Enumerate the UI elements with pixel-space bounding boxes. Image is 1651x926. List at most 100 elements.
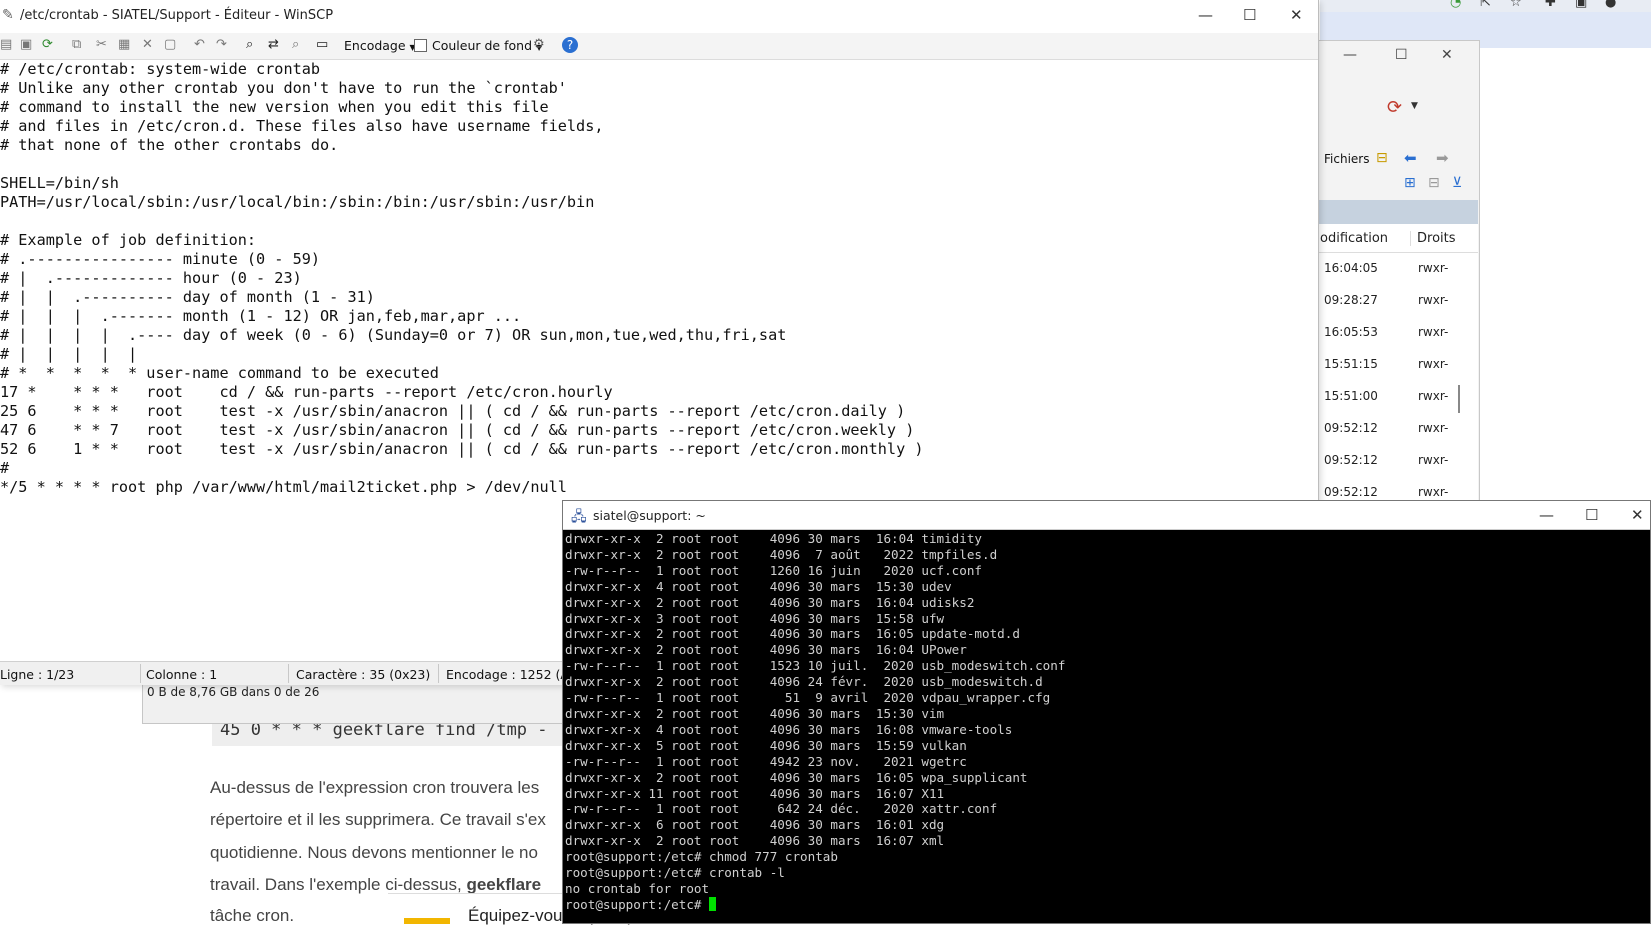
terminal-output[interactable]: drwxr-xr-x 2 root root 4096 30 mars 16:0… (565, 531, 1648, 923)
redo-icon[interactable]: ↷ (216, 37, 227, 52)
file-time: 15:51:00 (1324, 389, 1378, 403)
remove-icon[interactable]: ⊟ (1428, 175, 1440, 191)
status-encoding: Encodage : 1252 (AN (446, 667, 579, 682)
gear-icon[interactable]: ⚙ (533, 37, 545, 52)
close-icon[interactable]: ✕ (1631, 506, 1644, 524)
status-character: Caractère : 35 (0x23) (296, 667, 431, 682)
scrollbar-thumb[interactable] (1458, 385, 1460, 413)
delete-icon[interactable]: ✕ (142, 37, 153, 52)
share-icon[interactable]: ⇱ (1480, 0, 1491, 10)
file-time: 09:52:12 (1324, 453, 1378, 467)
find-next-icon[interactable]: ⌕ (292, 37, 299, 52)
article-paragraph-text: travail. Dans l'exemple ci-dessus, (210, 875, 467, 894)
file-rights: rwxr- (1418, 357, 1449, 371)
maximize-icon[interactable]: ☐ (1395, 47, 1408, 63)
table-row[interactable]: 09:28:27 rwxr- (1318, 285, 1478, 317)
terminal-line: root@support:/etc# crontab -l (565, 865, 785, 881)
forward-arrow-icon[interactable]: ➡ (1436, 149, 1449, 167)
file-rights: rwxr- (1418, 293, 1449, 307)
background-color-checkbox[interactable] (414, 39, 427, 52)
table-row[interactable]: 09:52:12 rwxr- (1318, 445, 1478, 477)
puzzle-icon[interactable]: ✚ (1545, 0, 1556, 10)
save-all-icon[interactable]: ▣ (20, 37, 32, 52)
background-color-dropdown[interactable]: Couleur de fond ▼ (432, 38, 542, 53)
close-icon[interactable]: ✕ (1290, 6, 1303, 24)
column-rights[interactable]: Droits (1410, 231, 1456, 246)
maximize-icon[interactable]: ☐ (1243, 6, 1256, 24)
terminal-line: drwxr-xr-x 2 root root 4096 24 févr. 202… (565, 674, 1043, 690)
go-to-line-icon[interactable]: ▭ (316, 37, 328, 52)
terminal-line: no crontab for root (565, 880, 710, 896)
article-paragraph-line: Au-dessus de l'expression cron trouvera … (210, 778, 540, 797)
column-modification[interactable]: odification (1320, 231, 1388, 246)
save-icon[interactable]: ▤ (0, 37, 12, 52)
terminal-line: -rw-r--r-- 1 root root 1523 10 juil. 202… (565, 658, 1066, 674)
cut-icon[interactable]: ✂ (96, 37, 107, 52)
minimize-icon[interactable]: — (1198, 6, 1213, 24)
file-list-path-band (1318, 200, 1478, 224)
terminal-window: 🖧 siatel@support: ~ — ☐ ✕ drwxr-xr-x 2 r… (562, 500, 1651, 924)
file-time: 09:52:12 (1324, 485, 1378, 499)
status-divider (140, 664, 141, 683)
minimize-icon[interactable]: — (1343, 47, 1357, 63)
terminal-title-bar[interactable]: 🖧 siatel@support: ~ — ☐ ✕ (563, 501, 1650, 530)
file-time: 09:28:27 (1324, 293, 1378, 307)
terminal-line: drwxr-xr-x 2 root root 4096 30 mars 16:0… (565, 769, 1028, 785)
article-paragraph-line: tâche cron. (210, 906, 295, 925)
terminal-line: drwxr-xr-x 2 root root 4096 7 août 2022 … (565, 546, 998, 562)
maximize-icon[interactable]: ☐ (1585, 506, 1598, 524)
session-icon[interactable]: ⟳ (1387, 97, 1402, 118)
file-rights: rwxr- (1418, 325, 1449, 339)
article-bold-term: geekflare (466, 875, 542, 894)
terminal-line: drwxr-xr-x 4 root root 4096 30 mars 16:0… (565, 721, 1013, 737)
terminal-line: root@support:/etc# chmod 777 crontab (565, 849, 838, 865)
chevron-down-icon[interactable]: ▼ (1411, 101, 1418, 111)
terminal-line: drwxr-xr-x 2 root root 4096 30 mars 16:0… (565, 833, 945, 849)
sidebar-icon[interactable]: ▣ (1575, 0, 1587, 10)
terminal-line: drwxr-xr-x 2 root root 4096 30 mars 16:0… (565, 531, 983, 546)
replace-icon[interactable]: ⇄ (268, 37, 279, 52)
terminal-prompt: root@support:/etc# (565, 896, 710, 912)
terminal-line: drwxr-xr-x 6 root root 4096 30 mars 16:0… (565, 817, 945, 833)
help-icon[interactable]: ? (562, 37, 578, 53)
encoding-dropdown[interactable]: Encodage ▼ (344, 38, 416, 53)
table-row[interactable]: 15:51:00 rwxr- (1318, 381, 1478, 413)
status-divider (288, 664, 289, 683)
file-rights: rwxr- (1418, 421, 1449, 435)
tree-icon[interactable]: ⊟ (1376, 150, 1388, 166)
table-row[interactable]: 16:04:05 rwxr- (1318, 253, 1478, 285)
minimize-icon[interactable]: — (1539, 506, 1554, 524)
file-rights: rwxr- (1418, 389, 1449, 403)
undo-icon[interactable]: ↶ (194, 37, 205, 52)
terminal-line: -rw-r--r-- 1 root root 51 9 avril 2020 v… (565, 690, 1051, 706)
status-column: Colonne : 1 (146, 667, 218, 682)
file-time: 09:52:12 (1324, 421, 1378, 435)
find-icon[interactable]: ⌕ (246, 37, 253, 52)
putty-icon: 🖧 (571, 509, 587, 525)
terminal-line: drwxr-xr-x 3 root root 4096 30 mars 15:5… (565, 610, 945, 626)
terminal-line: -rw-r--r-- 1 root root 4942 23 nov. 2021… (565, 753, 967, 769)
terminal-title: siatel@support: ~ (593, 508, 706, 523)
select-all-icon[interactable]: ▢ (164, 37, 176, 52)
copy-icon[interactable]: ⧉ (72, 37, 81, 52)
add-icon[interactable]: ⊞ (1404, 175, 1416, 191)
editor-toolbar: ▤ ▣ ⟳ ⧉ ✂ ▦ ✕ ▢ ↶ ↷ ⌕ ⇄ ⌕ ▭ Encodage ▼ C… (0, 33, 1318, 60)
file-rights: rwxr- (1418, 485, 1449, 499)
files-menu-label[interactable]: Fichiers (1324, 152, 1369, 166)
terminal-line: drwxr-xr-x 2 root root 4096 30 mars 16:0… (565, 594, 975, 610)
paste-icon[interactable]: ▦ (118, 37, 130, 52)
terminal-line: drwxr-xr-x 4 root root 4096 30 mars 15:3… (565, 578, 952, 594)
extension-icon[interactable]: ◔ (1450, 0, 1461, 10)
back-arrow-icon[interactable]: ⬅ (1404, 149, 1417, 167)
profile-icon[interactable]: ● (1605, 0, 1616, 10)
ad-accent-bar (404, 918, 450, 924)
editor-title-bar[interactable]: ✎ /etc/crontab - SIATEL/Support - Éditeu… (0, 0, 1318, 33)
close-icon[interactable]: ✕ (1441, 47, 1453, 63)
file-time: 16:05:53 (1324, 325, 1378, 339)
bookmark-star-icon[interactable]: ☆ (1510, 0, 1522, 10)
table-row[interactable]: 09:52:12 rwxr- (1318, 413, 1478, 445)
reload-icon[interactable]: ⟳ (42, 37, 53, 52)
table-row[interactable]: 16:05:53 rwxr- (1318, 317, 1478, 349)
table-row[interactable]: 15:51:15 rwxr- (1318, 349, 1478, 381)
filter-icon[interactable]: ⊻ (1452, 175, 1462, 191)
